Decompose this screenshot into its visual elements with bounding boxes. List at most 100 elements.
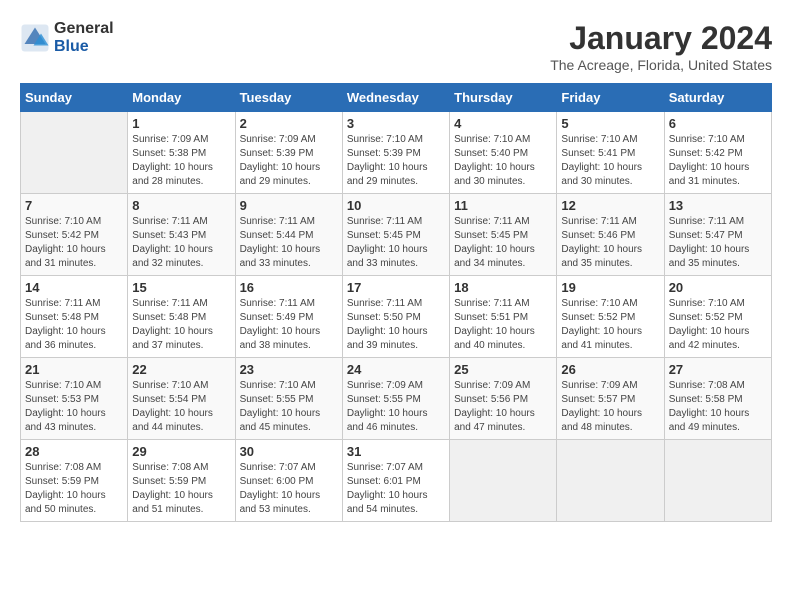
day-number: 8 [132, 198, 230, 213]
day-info: Sunrise: 7:11 AM Sunset: 5:45 PM Dayligh… [454, 215, 552, 271]
day-info: Sunrise: 7:08 AM Sunset: 5:59 PM Dayligh… [25, 461, 123, 517]
header-wednesday: Wednesday [342, 84, 449, 112]
day-info: Sunrise: 7:11 AM Sunset: 5:49 PM Dayligh… [240, 297, 338, 353]
day-number: 3 [347, 116, 445, 131]
calendar-week-3: 14 Sunrise: 7:11 AM Sunset: 5:48 PM Dayli… [21, 276, 772, 358]
day-info: Sunrise: 7:07 AM Sunset: 6:01 PM Dayligh… [347, 461, 445, 517]
calendar-cell: 31 Sunrise: 7:07 AM Sunset: 6:01 PM Dayli… [342, 440, 449, 522]
calendar-week-5: 28 Sunrise: 7:08 AM Sunset: 5:59 PM Dayli… [21, 440, 772, 522]
day-info: Sunrise: 7:10 AM Sunset: 5:42 PM Dayligh… [669, 133, 767, 189]
calendar-cell [557, 440, 664, 522]
day-number: 16 [240, 280, 338, 295]
day-info: Sunrise: 7:09 AM Sunset: 5:39 PM Dayligh… [240, 133, 338, 189]
day-number: 5 [561, 116, 659, 131]
calendar-cell: 18 Sunrise: 7:11 AM Sunset: 5:51 PM Dayli… [450, 276, 557, 358]
calendar-cell: 12Sunrise: 7:11 AM Sunset: 5:46 PM Dayli… [557, 194, 664, 276]
calendar-cell: 4 Sunrise: 7:10 AM Sunset: 5:40 PM Daylig… [450, 112, 557, 194]
day-number: 25 [454, 362, 552, 377]
logo-text: General Blue [54, 20, 114, 55]
day-number: 21 [25, 362, 123, 377]
day-info: Sunrise: 7:10 AM Sunset: 5:42 PM Dayligh… [25, 215, 123, 271]
calendar-cell: 17 Sunrise: 7:11 AM Sunset: 5:50 PM Dayli… [342, 276, 449, 358]
calendar-week-2: 7 Sunrise: 7:10 AM Sunset: 5:42 PM Daylig… [21, 194, 772, 276]
day-number: 12 [561, 198, 659, 213]
day-info: Sunrise: 7:11 AM Sunset: 5:47 PM Dayligh… [669, 215, 767, 271]
header-sunday: Sunday [21, 84, 128, 112]
day-info: Sunrise: 7:11 AM Sunset: 5:44 PM Dayligh… [240, 215, 338, 271]
calendar-cell: 24Sunrise: 7:09 AM Sunset: 5:55 PM Dayli… [342, 358, 449, 440]
calendar-cell: 5Sunrise: 7:10 AM Sunset: 5:41 PM Daylig… [557, 112, 664, 194]
day-info: Sunrise: 7:09 AM Sunset: 5:56 PM Dayligh… [454, 379, 552, 435]
day-number: 7 [25, 198, 123, 213]
day-number: 20 [669, 280, 767, 295]
day-number: 23 [240, 362, 338, 377]
day-number: 2 [240, 116, 338, 131]
calendar-cell: 28 Sunrise: 7:08 AM Sunset: 5:59 PM Dayli… [21, 440, 128, 522]
day-info: Sunrise: 7:10 AM Sunset: 5:55 PM Dayligh… [240, 379, 338, 435]
day-number: 9 [240, 198, 338, 213]
calendar-cell [21, 112, 128, 194]
calendar-week-4: 21 Sunrise: 7:10 AM Sunset: 5:53 PM Dayli… [21, 358, 772, 440]
day-info: Sunrise: 7:11 AM Sunset: 5:48 PM Dayligh… [25, 297, 123, 353]
calendar-cell: 6 Sunrise: 7:10 AM Sunset: 5:42 PM Daylig… [664, 112, 771, 194]
page-header: General Blue January 2024 The Acreage, F… [20, 20, 772, 73]
calendar-cell [450, 440, 557, 522]
day-number: 28 [25, 444, 123, 459]
day-info: Sunrise: 7:08 AM Sunset: 5:59 PM Dayligh… [132, 461, 230, 517]
day-number: 31 [347, 444, 445, 459]
day-number: 18 [454, 280, 552, 295]
calendar-header: Sunday Monday Tuesday Wednesday Thursday… [21, 84, 772, 112]
day-info: Sunrise: 7:11 AM Sunset: 5:43 PM Dayligh… [132, 215, 230, 271]
calendar-cell [664, 440, 771, 522]
title-area: January 2024 The Acreage, Florida, Unite… [550, 20, 772, 73]
calendar-cell: 10Sunrise: 7:11 AM Sunset: 5:45 PM Dayli… [342, 194, 449, 276]
header-friday: Friday [557, 84, 664, 112]
header-row: Sunday Monday Tuesday Wednesday Thursday… [21, 84, 772, 112]
day-number: 22 [132, 362, 230, 377]
calendar-cell: 30 Sunrise: 7:07 AM Sunset: 6:00 PM Dayli… [235, 440, 342, 522]
day-number: 27 [669, 362, 767, 377]
day-number: 4 [454, 116, 552, 131]
day-number: 26 [561, 362, 659, 377]
logo-general: General [54, 20, 114, 38]
day-number: 30 [240, 444, 338, 459]
day-number: 6 [669, 116, 767, 131]
day-number: 13 [669, 198, 767, 213]
day-info: Sunrise: 7:09 AM Sunset: 5:57 PM Dayligh… [561, 379, 659, 435]
header-saturday: Saturday [664, 84, 771, 112]
calendar-cell: 26 Sunrise: 7:09 AM Sunset: 5:57 PM Dayli… [557, 358, 664, 440]
day-info: Sunrise: 7:11 AM Sunset: 5:51 PM Dayligh… [454, 297, 552, 353]
logo: General Blue [20, 20, 114, 55]
day-info: Sunrise: 7:10 AM Sunset: 5:40 PM Dayligh… [454, 133, 552, 189]
day-info: Sunrise: 7:11 AM Sunset: 5:50 PM Dayligh… [347, 297, 445, 353]
calendar-cell: 16 Sunrise: 7:11 AM Sunset: 5:49 PM Dayli… [235, 276, 342, 358]
day-info: Sunrise: 7:11 AM Sunset: 5:48 PM Dayligh… [132, 297, 230, 353]
day-info: Sunrise: 7:11 AM Sunset: 5:45 PM Dayligh… [347, 215, 445, 271]
calendar-body: 1Sunrise: 7:09 AM Sunset: 5:38 PM Daylig… [21, 112, 772, 522]
header-monday: Monday [128, 84, 235, 112]
calendar-cell: 11Sunrise: 7:11 AM Sunset: 5:45 PM Dayli… [450, 194, 557, 276]
calendar-cell: 27 Sunrise: 7:08 AM Sunset: 5:58 PM Dayli… [664, 358, 771, 440]
logo-blue: Blue [54, 38, 114, 56]
logo-icon [20, 23, 50, 53]
calendar-subtitle: The Acreage, Florida, United States [550, 57, 772, 73]
day-number: 14 [25, 280, 123, 295]
calendar-cell: 1Sunrise: 7:09 AM Sunset: 5:38 PM Daylig… [128, 112, 235, 194]
day-info: Sunrise: 7:10 AM Sunset: 5:53 PM Dayligh… [25, 379, 123, 435]
calendar-cell: 14 Sunrise: 7:11 AM Sunset: 5:48 PM Dayli… [21, 276, 128, 358]
calendar-cell: 8 Sunrise: 7:11 AM Sunset: 5:43 PM Daylig… [128, 194, 235, 276]
day-number: 17 [347, 280, 445, 295]
day-number: 19 [561, 280, 659, 295]
day-info: Sunrise: 7:09 AM Sunset: 5:38 PM Dayligh… [132, 133, 230, 189]
day-info: Sunrise: 7:08 AM Sunset: 5:58 PM Dayligh… [669, 379, 767, 435]
calendar-cell: 19Sunrise: 7:10 AM Sunset: 5:52 PM Dayli… [557, 276, 664, 358]
day-info: Sunrise: 7:07 AM Sunset: 6:00 PM Dayligh… [240, 461, 338, 517]
day-number: 29 [132, 444, 230, 459]
calendar-title: January 2024 [550, 20, 772, 57]
calendar-cell: 7 Sunrise: 7:10 AM Sunset: 5:42 PM Daylig… [21, 194, 128, 276]
day-info: Sunrise: 7:10 AM Sunset: 5:54 PM Dayligh… [132, 379, 230, 435]
day-number: 15 [132, 280, 230, 295]
calendar-cell: 13 Sunrise: 7:11 AM Sunset: 5:47 PM Dayli… [664, 194, 771, 276]
header-tuesday: Tuesday [235, 84, 342, 112]
calendar-cell: 3Sunrise: 7:10 AM Sunset: 5:39 PM Daylig… [342, 112, 449, 194]
